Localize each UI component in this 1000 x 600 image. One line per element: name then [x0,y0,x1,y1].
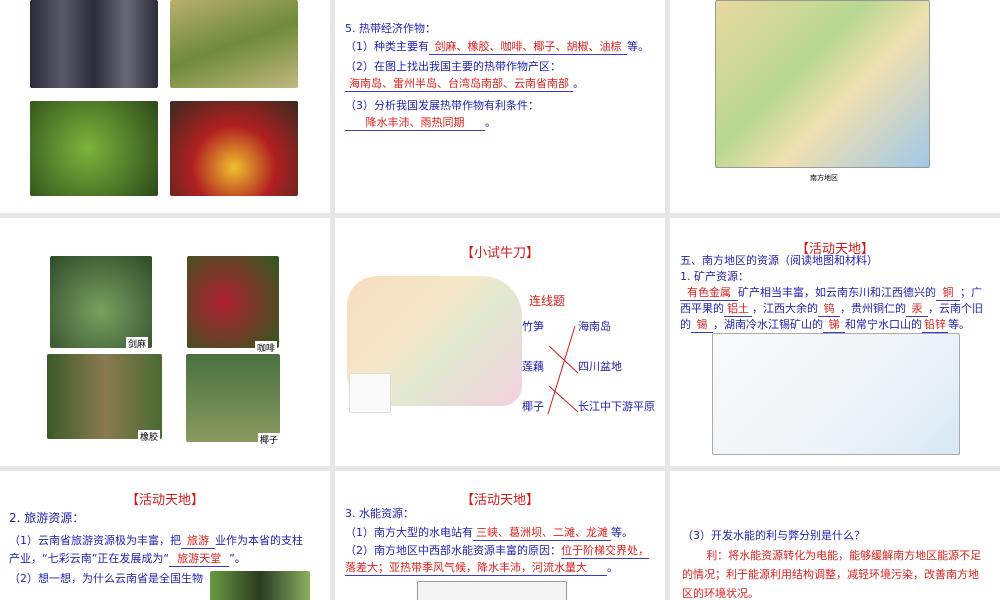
slide-matching-quiz[interactable]: 【小试牛刀】 连线题 竹笋 莲藕 椰子 海南岛 四川盆地 长江中下游平原 [335,218,665,466]
heading: 3. 水能资源： [345,507,414,520]
slide-hydro-resources[interactable]: 【活动天地】 3. 水能资源： （1）南方大型的水电站有 三峡、葛洲坝、二滩、龙滩… [335,471,665,600]
answer-2a: 位于阶梯交界处， [561,544,649,559]
matching-lines [547,325,579,415]
answer-1: 三峡、葛洲坝、二滩、龙滩 [473,525,611,541]
caption-rubber: 橡胶 [138,430,161,443]
question-3: （3）分析我国发展热带作物有利条件： [345,99,539,112]
coconut-photo [186,354,280,442]
sugarcane-photo [30,0,158,88]
answer-7: 锑 [823,317,845,333]
slide-tourism-resources[interactable]: 【活动天地】 2. 旅游资源： （1）云南省旅游资源极为丰富，把 旅游 业作为本省的… [0,471,330,600]
answer-text: 利：将水能资源转化为电能，能够缓解南方地区能源不足的情况；利于能源利用结构调整，… [682,549,982,600]
map-caption: 南方地区 [810,174,838,182]
question-1: （1）种类主要有 剑麻、橡胶、咖啡、椰子、胡椒、油棕 等。 [345,39,649,55]
mineral-map [712,333,960,455]
coffee-photo [187,256,279,348]
caption-coffee: 咖啡 [255,341,278,354]
pineapple-photo [170,0,298,88]
answer-2: 旅游天堂 [169,551,230,567]
rubber-photo [47,354,162,439]
answer-1: 剑麻、橡胶、咖啡、椰子、胡椒、油棕 [429,39,627,55]
sisal-photo [50,256,152,348]
answer-4: 钨 [818,301,840,317]
slide-crop-photos[interactable] [0,0,330,213]
answer-3: 降水丰沛、雨热同期 [345,115,485,131]
heading: 5. 热带经济作物： [345,22,436,35]
banana-photo [30,101,158,196]
answer-8: 铅锌 [922,318,948,333]
answer-3: 铝土 [724,301,752,317]
answer-6: 锡 [691,317,713,333]
subheading: 1. 矿产资源： [680,270,749,283]
slide-tropical-crops[interactable]: 5. 热带经济作物： （1）种类主要有 剑麻、橡胶、咖啡、椰子、胡椒、油棕 等。 （… [335,0,665,213]
answer-2: 海南岛、雷州半岛、台湾岛南部、云南省南部 [345,76,573,92]
slide-title: 【活动天地】 [125,493,204,508]
question-2: （2）想一想，为什么云南省是全国生物 [9,572,203,585]
caption-coconut: 椰子 [258,433,281,446]
slide-hydro-pros-cons[interactable]: （3）开发水能的利与弊分别是什么？ 利：将水能资源转化为电能，能够缓解南方地区能… [670,471,1000,600]
answer-2: 铜 [936,285,960,301]
answer-5: 汞 [906,301,928,317]
south-region-map [715,0,930,168]
forest-photo [210,571,310,600]
caption-sisal: 剑麻 [126,337,149,350]
question-3: （3）开发水能的利与弊分别是什么？ [682,529,865,542]
answer-1: 旅游 [181,533,215,549]
heading: 2. 旅游资源： [9,511,85,525]
heading: 五、南方地区的资源（阅读地图和材料） [680,254,878,267]
question-2: （2）在图上找出我国主要的热带作物产区： [345,60,561,73]
slide-crop-photos-2[interactable]: 剑麻 咖啡 橡胶 椰子 [0,218,330,466]
answer-1: 有色金属 [680,285,738,301]
slide-south-map[interactable]: 南方地区 [670,0,1000,213]
answer-2b: 落差大；亚热带季风气候，降水丰沛，河流水量大 [345,560,607,576]
tropical-fruit-photo [170,101,298,196]
slide-mineral-resources[interactable]: 【活动天地】 五、南方地区的资源（阅读地图和材料） 1. 矿产资源： 有色金属矿… [670,218,1000,466]
hydropower-map [417,581,567,600]
